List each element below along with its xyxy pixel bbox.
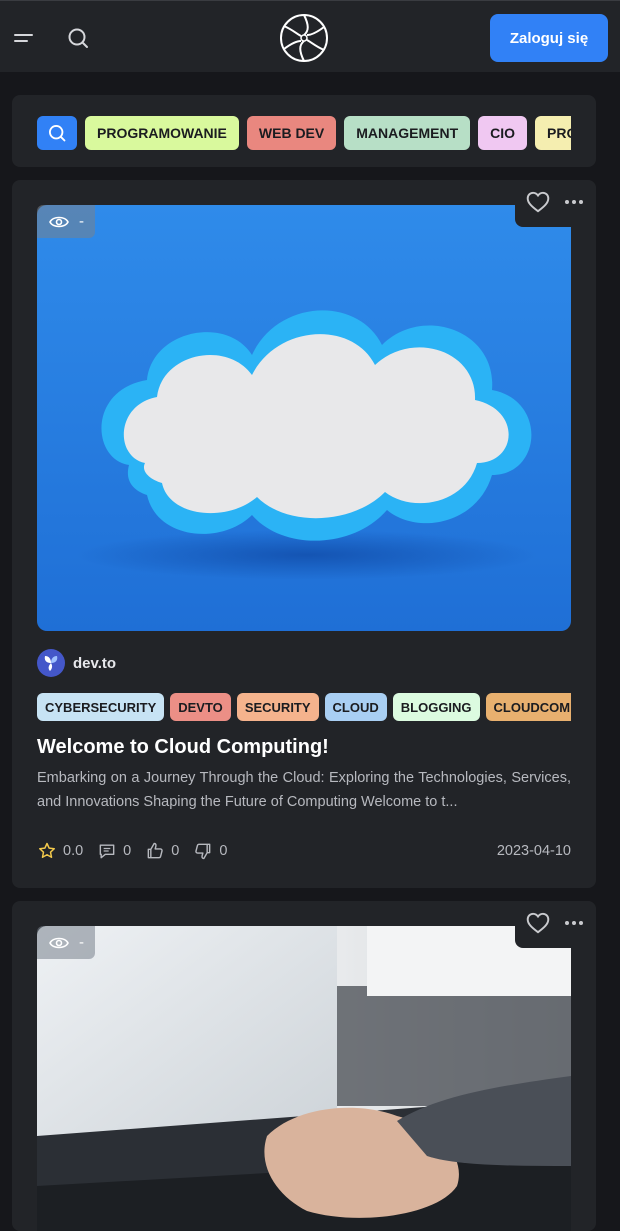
category-chip[interactable]: WEB DEV	[246, 116, 337, 150]
post-date: 2023-04-10	[496, 843, 571, 859]
laptop-typing-image	[37, 926, 571, 1231]
view-count-badge: -	[37, 926, 95, 959]
post-card[interactable]: - dev.to CYBERSECURITY DEVTO SECURITY CL…	[12, 180, 596, 888]
post-card[interactable]: -	[12, 901, 596, 1231]
post-thumbnail[interactable]	[37, 205, 571, 631]
tag-list: CYBERSECURITY DEVTO SECURITY CLOUD BLOGG…	[37, 693, 571, 722]
heart-icon[interactable]	[525, 910, 551, 936]
category-chip[interactable]: PROJECT	[535, 116, 571, 150]
star-icon	[39, 842, 55, 858]
tag-chip[interactable]: BLOGGING	[392, 693, 480, 721]
eye-icon	[49, 937, 69, 948]
more-options-icon[interactable]	[563, 915, 585, 931]
view-count: -	[79, 213, 84, 230]
tag-chip[interactable]: CLOUDCOMPUTING	[485, 693, 571, 721]
search-icon[interactable]	[64, 24, 92, 52]
post-source[interactable]: dev.to	[37, 649, 116, 677]
post-actions	[515, 901, 596, 948]
view-count: -	[79, 934, 84, 951]
view-count-badge: -	[37, 205, 95, 238]
comment-icon	[99, 844, 115, 859]
tag-chip[interactable]: DEVTO	[170, 693, 231, 721]
comments[interactable]: 0	[97, 841, 131, 861]
category-chip[interactable]: MANAGEMENT	[344, 116, 471, 150]
likes[interactable]: 0	[145, 841, 179, 861]
thumbs-down-icon	[195, 843, 211, 860]
post-title[interactable]: Welcome to Cloud Computing!	[37, 736, 329, 759]
tag-chip[interactable]: CYBERSECURITY	[37, 693, 165, 721]
category-bar: PROGRAMOWANIE WEB DEV MANAGEMENT CIO PRO…	[12, 95, 596, 167]
logo-icon[interactable]	[279, 13, 329, 63]
post-thumbnail[interactable]	[37, 926, 571, 1231]
dislikes[interactable]: 0	[193, 841, 227, 861]
tag-chip[interactable]: CLOUD	[324, 693, 387, 721]
category-search-button[interactable]	[37, 116, 77, 150]
search-icon	[49, 124, 66, 142]
top-bar: Zaloguj się	[0, 0, 620, 72]
more-options-icon[interactable]	[563, 194, 585, 210]
post-actions	[515, 180, 596, 227]
thumbs-up-icon	[147, 842, 164, 859]
post-stats: 0.0 0 0 0	[37, 841, 227, 861]
post-description: Embarking on a Journey Through the Cloud…	[37, 770, 571, 810]
tag-chip[interactable]: SECURITY	[236, 693, 319, 721]
rating-value: 0.0	[63, 843, 84, 859]
rating[interactable]: 0.0	[37, 841, 83, 861]
login-button[interactable]: Zaloguj się	[490, 14, 608, 62]
cloud-image	[37, 205, 571, 631]
source-name: dev.to	[73, 654, 117, 672]
source-logo	[37, 649, 65, 677]
eye-icon	[49, 216, 69, 227]
like-count: 0	[171, 843, 180, 859]
category-chip[interactable]: CIO	[478, 116, 528, 150]
heart-icon[interactable]	[525, 189, 551, 215]
comment-count: 0	[123, 843, 132, 859]
menu-icon[interactable]	[10, 24, 38, 52]
dislike-count: 0	[219, 843, 228, 859]
category-chip[interactable]: PROGRAMOWANIE	[85, 116, 239, 150]
